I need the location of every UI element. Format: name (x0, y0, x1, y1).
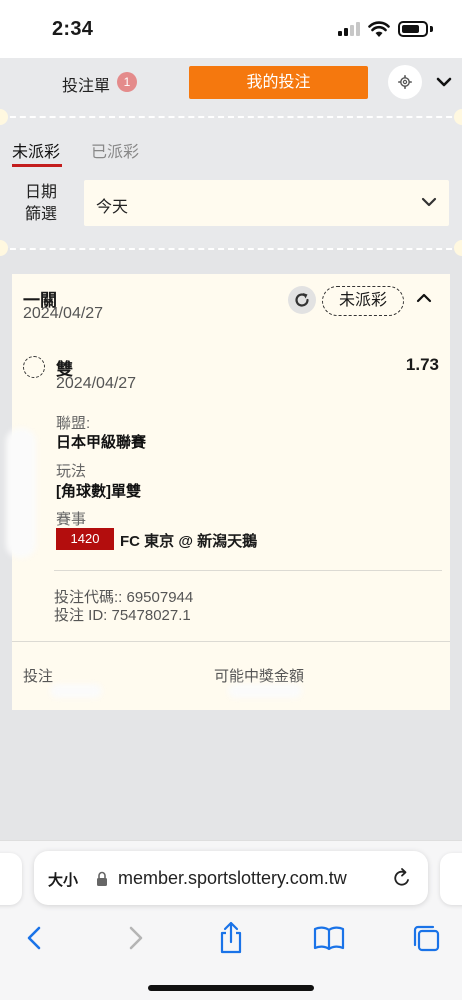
divider (12, 641, 450, 642)
bet-card: 一關 2024/04/27 未派彩 雙 1.73 2024/04/27 聯盟: … (12, 274, 450, 710)
tabs-icon[interactable] (408, 921, 444, 955)
selection-status-icon (23, 356, 45, 378)
ticket-notch-right (454, 109, 462, 125)
forward-icon[interactable] (116, 921, 152, 955)
next-tab-preview[interactable] (440, 853, 462, 905)
event-name: FC 東京 @ 新潟天鵝 (120, 533, 258, 550)
bet-date: 2024/04/27 (23, 305, 104, 322)
url-text: member.sportslottery.com.tw (118, 868, 347, 888)
my-bets-button[interactable]: 我的投注 (189, 66, 368, 99)
redacted-payout (228, 684, 302, 698)
previous-tab-preview[interactable] (0, 853, 22, 905)
cellular-signal-icon (338, 22, 362, 36)
date-filter-value: 今天 (96, 199, 129, 216)
chevron-down-icon (421, 197, 437, 207)
bookmarks-icon[interactable] (311, 921, 347, 955)
betslip-tab[interactable]: 投注單 (62, 72, 110, 96)
redacted-stake (50, 684, 102, 698)
refresh-button[interactable] (288, 286, 316, 314)
status-bar: 2:34 (0, 0, 462, 58)
redacted-area (6, 428, 36, 558)
reload-icon[interactable] (392, 867, 412, 889)
selection-odds: 1.73 (405, 355, 439, 374)
home-indicator (148, 985, 314, 991)
event-label: 賽事 (56, 511, 87, 528)
selection-date: 2024/04/27 (56, 375, 137, 392)
betslip-header: 投注單 1 我的投注 (0, 58, 462, 108)
chevron-up-icon[interactable] (416, 292, 432, 304)
ticket-notch-left (0, 109, 8, 125)
date-filter-select[interactable]: 今天 (84, 180, 449, 226)
betslip-panel: 投注單 1 我的投注 未派彩 已派彩 日期 篩選 今天 (0, 58, 462, 256)
lock-icon (97, 871, 107, 886)
text-size-button[interactable]: 大小 (48, 869, 78, 890)
battery-cap (430, 26, 433, 32)
wifi-icon (368, 21, 390, 37)
back-icon[interactable] (18, 921, 54, 955)
address-bar[interactable]: 大小 member.sportslottery.com.tw (34, 851, 428, 905)
tab-unsettled[interactable]: 未派彩 (12, 138, 60, 162)
chevron-down-icon[interactable] (434, 72, 454, 92)
tab-settled[interactable]: 已派彩 (91, 138, 139, 162)
divider-dashed (0, 248, 462, 250)
browser-toolbar: 大小 member.sportslottery.com.tw (0, 840, 462, 1000)
bet-id: 投注 ID: 75478027.1 (54, 607, 191, 624)
battery-icon (398, 21, 428, 37)
market-label: 玩法 (56, 463, 87, 480)
ticket-notch-right (454, 240, 462, 256)
league-value: 日本甲級聯賽 (56, 434, 147, 451)
status-badge: 未派彩 (322, 286, 404, 316)
settings-button[interactable] (388, 65, 422, 99)
ticket-notch-left (0, 240, 8, 256)
date-filter-label: 日期 篩選 (25, 184, 58, 223)
divider-dashed (0, 116, 462, 118)
stake-label: 投注 (23, 668, 54, 685)
clock: 2:34 (52, 18, 94, 40)
active-tab-indicator (12, 164, 62, 167)
betslip-count-badge: 1 (117, 72, 137, 92)
gear-icon (398, 75, 412, 89)
league-label: 聯盟: (56, 415, 91, 432)
potential-payout-label: 可能中獎金額 (214, 668, 305, 685)
event-code-badge: 1420 (56, 528, 114, 550)
share-icon[interactable] (213, 921, 249, 955)
divider (54, 570, 442, 571)
market-value: [角球數]單雙 (56, 483, 141, 500)
refresh-icon (295, 293, 309, 307)
